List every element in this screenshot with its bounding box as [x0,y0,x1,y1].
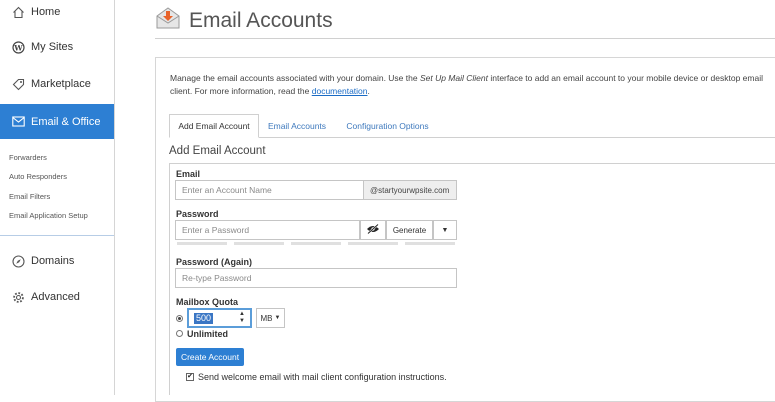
sidebar-item-email-office[interactable]: Email & Office [0,104,114,139]
gear-icon [11,290,25,304]
caret-down-icon: ▼ [441,226,449,234]
compass-icon [11,254,25,268]
sidebar-subitem-auto-responders[interactable]: Auto Responders [9,172,67,181]
password-strength-segment [291,242,341,245]
sidebar-divider [0,235,114,236]
send-welcome-email-label: Send welcome email with mail client conf… [198,372,447,382]
quota-value: 500 [194,312,214,324]
mailbox-quota-label: Mailbox Quota [176,297,239,307]
home-icon [11,5,25,19]
sidebar-item-label: Marketplace [31,78,91,90]
intro-text-part: . [367,86,370,96]
page-title: Email Accounts [189,8,333,32]
sidebar-item-domains[interactable]: Domains [0,251,114,271]
generate-options-dropdown[interactable]: ▼ [433,220,457,240]
header-divider [155,38,775,39]
password-input[interactable] [175,220,360,240]
tag-icon [11,77,25,91]
sidebar-item-label: My Sites [31,41,74,53]
envelope-icon [11,115,25,129]
intro-text-part: Manage the email accounts associated wit… [170,73,420,83]
quota-unit-label: MB [260,313,273,323]
sidebar-subitem-email-application-setup[interactable]: Email Application Setup [9,211,88,220]
tab-bar: Add Email Account Email Accounts Configu… [169,114,775,138]
sidebar-item-label: Advanced [31,291,80,303]
toggle-password-visibility-button[interactable] [360,220,386,240]
svg-text:W: W [13,43,23,52]
password-strength-segment [348,242,398,245]
intro-text: Manage the email accounts associated wit… [170,72,770,98]
tab-email-accounts[interactable]: Email Accounts [259,114,335,138]
create-account-button[interactable]: Create Account [176,348,244,366]
quota-unit-dropdown[interactable]: MB ▼ [256,308,285,328]
quota-unlimited-radio[interactable] [176,330,183,337]
sidebar-item-my-sites[interactable]: W My Sites [0,37,114,57]
spinner-arrows-icon[interactable]: ▲ ▼ [239,311,245,325]
documentation-link[interactable]: documentation [312,86,368,96]
sidebar-item-marketplace[interactable]: Marketplace [0,74,114,94]
sidebar-item-advanced[interactable]: Advanced [0,287,114,307]
send-welcome-email-checkbox[interactable]: ✔ [186,373,194,381]
quota-limited-radio[interactable] [176,315,183,322]
sidebar-item-home[interactable]: Home [0,2,114,22]
password-again-label: Password (Again) [176,257,253,267]
password-label: Password [176,209,219,219]
password-strength-segment [177,242,227,245]
password-again-input[interactable] [175,268,457,288]
sidebar-subitem-forwarders[interactable]: Forwarders [9,153,47,162]
password-strength-segment [405,242,455,245]
domain-suffix: @startyourwpsite.com [364,180,457,200]
sidebar-item-label: Email & Office [31,115,101,128]
sidebar-item-label: Home [31,6,61,18]
sidebar-subitem-email-filters[interactable]: Email Filters [9,192,50,201]
page-header: Email Accounts [155,6,333,35]
section-title: Add Email Account [169,145,266,157]
generate-password-button[interactable]: Generate [386,220,433,240]
email-label: Email [176,169,201,179]
intro-italic-text: Set Up Mail Client [419,73,488,83]
unlimited-label: Unlimited [187,329,229,339]
sidebar: Home W My Sites Marketplace Email & Offi… [0,0,115,395]
wordpress-icon: W [11,40,25,54]
email-input[interactable] [175,180,364,200]
eye-slash-icon [366,223,380,236]
quota-input[interactable]: 500 ▲ ▼ [187,308,252,328]
tab-add-email-account[interactable]: Add Email Account [169,114,259,138]
tab-configuration-options[interactable]: Configuration Options [335,114,440,138]
sidebar-item-label: Domains [31,255,75,267]
caret-down-icon: ▼ [274,315,281,321]
password-strength-segment [234,242,284,245]
email-download-icon [155,6,181,35]
